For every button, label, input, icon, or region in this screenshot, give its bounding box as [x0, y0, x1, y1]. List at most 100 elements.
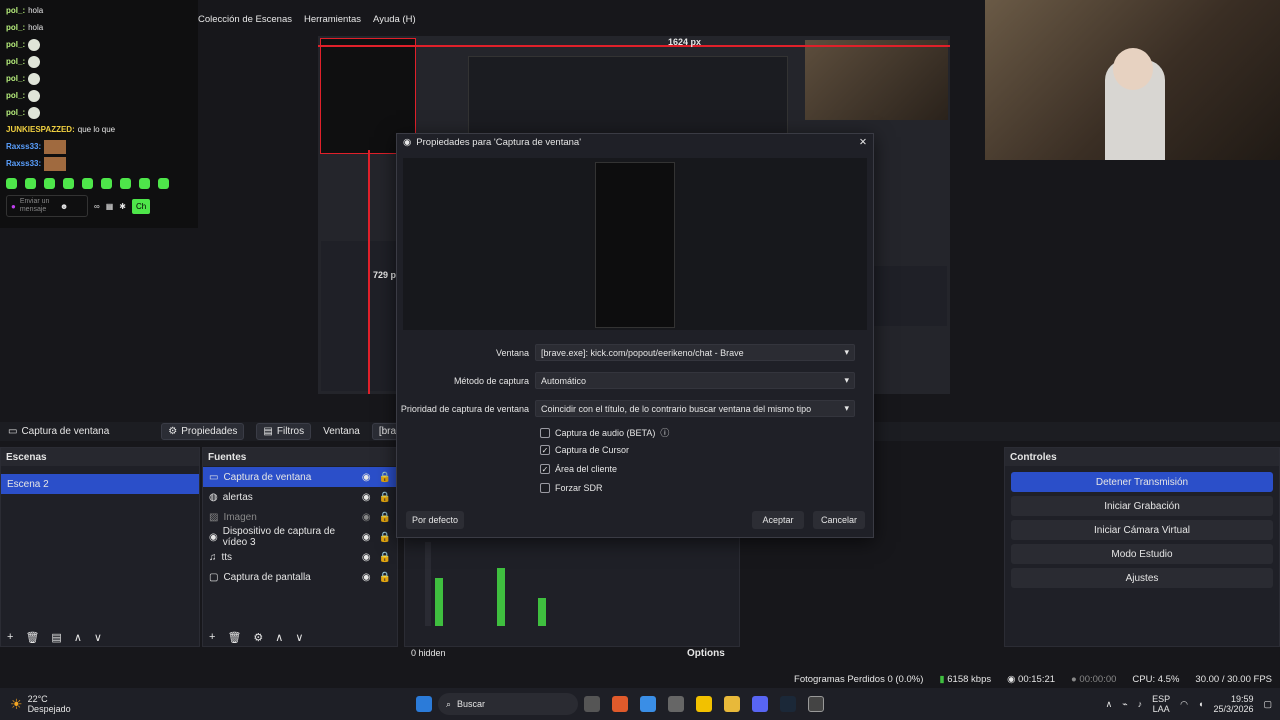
capture-method-select[interactable]: Automático ▾ [535, 372, 855, 389]
chat-username[interactable]: pol_: [6, 74, 25, 83]
source-item[interactable]: ▭ Captura de ventana ◉ 🔒 [203, 467, 397, 487]
taskbar-search[interactable]: ⌕ Buscar [438, 693, 578, 715]
emote-icon[interactable] [6, 178, 17, 189]
link-icon[interactable]: ∞ [94, 202, 100, 211]
emote-icon[interactable] [44, 178, 55, 189]
properties-button[interactable]: ⚙ Propiedades [161, 423, 245, 440]
audio-capture-checkbox[interactable]: Captura de audio (BETA) ⓘ [540, 426, 669, 439]
hidden-count: 0 hidden [411, 648, 446, 658]
add-icon[interactable]: + [7, 631, 13, 643]
folder-icon[interactable] [724, 696, 740, 712]
menu-tools[interactable]: Herramientas [304, 14, 361, 25]
emote-icon[interactable] [101, 178, 112, 189]
mixer-options-button[interactable]: Options [687, 648, 725, 659]
capture-priority-select[interactable]: Coincidir con el título, de lo contrario… [535, 400, 855, 417]
close-icon[interactable]: ✕ [859, 137, 867, 148]
client-area-checkbox[interactable]: ✓ Área del cliente [540, 464, 617, 474]
visibility-icon[interactable]: ◉ [362, 472, 371, 483]
chat-username[interactable]: pol_: [6, 108, 25, 117]
defaults-button[interactable]: Por defecto [406, 511, 464, 529]
down-icon[interactable]: ∨ [295, 631, 303, 644]
clock[interactable]: 19:59 25/3/2026 [1213, 694, 1253, 714]
chat-input[interactable]: ● Enviar un mensaje ☻ [6, 195, 88, 217]
trash-icon[interactable]: 🗑 [227, 631, 241, 644]
up-icon[interactable]: ∧ [275, 631, 283, 644]
down-icon[interactable]: ∨ [94, 631, 102, 644]
steam-icon[interactable] [780, 696, 796, 712]
wifi-icon[interactable]: ◠ [1180, 699, 1188, 710]
weather-widget[interactable]: ☀ 22°C Despejado [0, 694, 410, 714]
volume-slider[interactable] [425, 542, 431, 626]
trash-icon[interactable]: 🗑 [25, 631, 39, 644]
editor-icon[interactable] [696, 696, 712, 712]
source-item[interactable]: ◍ alertas ◉ 🔒 [203, 487, 397, 507]
visibility-icon[interactable]: ◉ [362, 552, 371, 563]
notes-icon[interactable] [640, 696, 656, 712]
source-item[interactable]: ♫ tts ◉ 🔒 [203, 547, 397, 567]
source-item[interactable]: ◉ Dispositivo de captura de vídeo 3 ◉ 🔒 [203, 526, 397, 548]
visibility-icon[interactable]: ◉ [362, 572, 371, 583]
lock-icon[interactable]: 🔒 [379, 552, 391, 563]
emote-icon[interactable] [120, 178, 131, 189]
menu-help[interactable]: Ayuda (H) [373, 14, 416, 25]
emote-icon[interactable] [25, 178, 36, 189]
scene-item[interactable]: Escena 2 [1, 474, 199, 494]
visibility-icon[interactable]: ◉ [362, 512, 371, 523]
emoji-icon[interactable]: ☻ [60, 202, 68, 211]
settings-button[interactable]: Ajustes [1011, 568, 1273, 588]
lock-icon[interactable]: 🔒 [379, 472, 391, 483]
start-icon[interactable] [416, 696, 432, 712]
obs-icon[interactable] [808, 696, 824, 712]
source-item[interactable]: ▢ Captura de pantalla ◉ 🔒 [203, 567, 397, 587]
chat-username[interactable]: Raxss33: [6, 142, 41, 151]
chat-send-button[interactable]: Ch [131, 198, 151, 214]
accept-button[interactable]: Aceptar [752, 511, 804, 529]
start-recording-button[interactable]: Iniciar Grabación [1011, 496, 1273, 516]
emote-icon[interactable] [158, 178, 169, 189]
tray-chevron-icon[interactable]: ∧ [1106, 699, 1113, 710]
force-sdr-checkbox[interactable]: Forzar SDR [540, 483, 603, 493]
notification-icon[interactable]: ▢ [1263, 699, 1272, 710]
lock-icon[interactable]: 🔒 [379, 492, 391, 503]
mic-icon[interactable]: ♪ [1138, 699, 1143, 709]
gear-icon[interactable]: ⚙ [253, 631, 263, 644]
chat-username[interactable]: pol_: [6, 23, 25, 32]
visibility-icon[interactable]: ◉ [362, 492, 371, 503]
emote-icon[interactable] [82, 178, 93, 189]
discord-icon[interactable] [752, 696, 768, 712]
lock-icon[interactable]: 🔒 [379, 572, 391, 583]
brave-icon[interactable] [612, 696, 628, 712]
lock-icon[interactable]: 🔒 [379, 512, 391, 523]
visibility-icon[interactable]: ◉ [362, 532, 371, 543]
emote-icon[interactable] [139, 178, 150, 189]
emote-icon[interactable] [63, 178, 74, 189]
add-icon[interactable]: + [209, 631, 215, 643]
chat-username[interactable]: pol_: [6, 57, 25, 66]
window-field-select[interactable]: [brave.exe]: kick.com/popout/eerikeno/ch… [535, 344, 855, 361]
chat-username[interactable]: pol_: [6, 6, 25, 15]
studio-mode-button[interactable]: Modo Estudio [1011, 544, 1273, 564]
source-item[interactable]: ▨ Imagen ◉ 🔒 [203, 507, 397, 527]
store-icon[interactable]: ▦ [106, 202, 114, 211]
volume-icon[interactable]: ◖ [1198, 699, 1203, 709]
chat-username[interactable]: JUNKIESPAZZED: [6, 125, 75, 134]
chat-username[interactable]: pol_: [6, 40, 25, 49]
cancel-button[interactable]: Cancelar [813, 511, 865, 529]
stop-stream-button[interactable]: Detener Transmisión [1011, 472, 1273, 492]
chat-username[interactable]: Raxss33: [6, 159, 41, 168]
filters-button[interactable]: ▤ Filtros [256, 423, 312, 440]
calculator-icon[interactable] [668, 696, 684, 712]
network-icon[interactable]: ⌁ [1122, 699, 1127, 710]
chat-username[interactable]: pol_: [6, 91, 25, 100]
lock-icon[interactable]: 🔒 [379, 532, 391, 543]
up-icon[interactable]: ∧ [74, 631, 82, 644]
gear-icon[interactable]: ✱ [119, 202, 126, 211]
language-indicator[interactable]: ESP LAA [1152, 694, 1170, 714]
cursor-capture-checkbox[interactable]: ✓ Captura de Cursor [540, 445, 629, 455]
chat-message: pol_: hola [6, 19, 192, 36]
menu-scene-collection[interactable]: Colección de Escenas [198, 14, 292, 25]
help-icon[interactable]: ⓘ [660, 426, 669, 439]
task-view-icon[interactable] [584, 696, 600, 712]
start-virtual-camera-button[interactable]: Iniciar Cámara Virtual [1011, 520, 1273, 540]
filter-icon[interactable]: ▤ [51, 631, 61, 644]
